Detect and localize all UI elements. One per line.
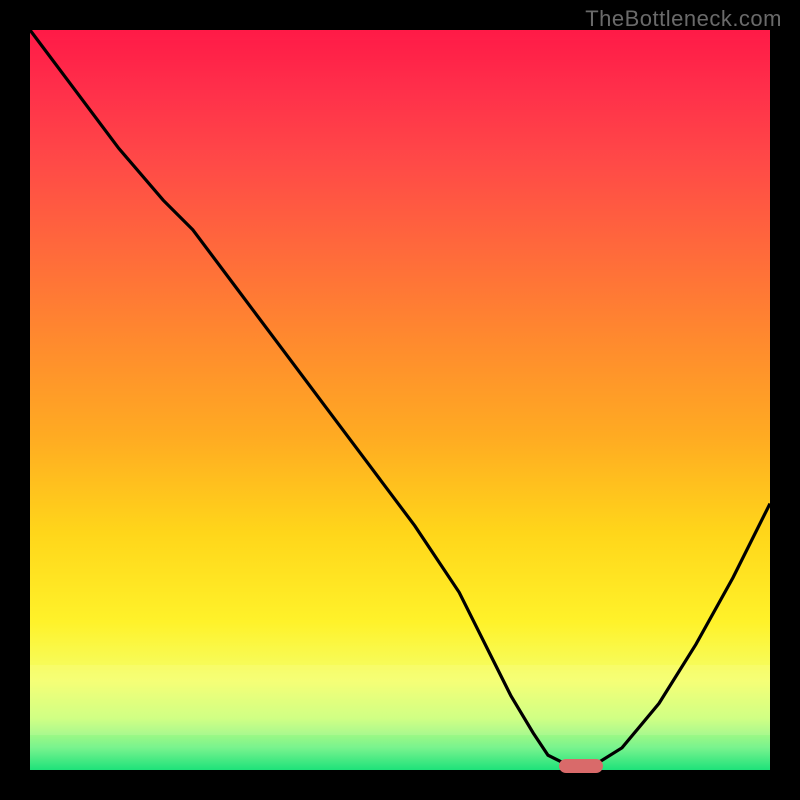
bottleneck-curve xyxy=(30,30,770,766)
curve-layer xyxy=(30,30,770,770)
optimal-marker xyxy=(559,759,603,773)
plot-area xyxy=(30,30,770,770)
watermark-text: TheBottleneck.com xyxy=(585,6,782,32)
chart-frame: TheBottleneck.com xyxy=(0,0,800,800)
